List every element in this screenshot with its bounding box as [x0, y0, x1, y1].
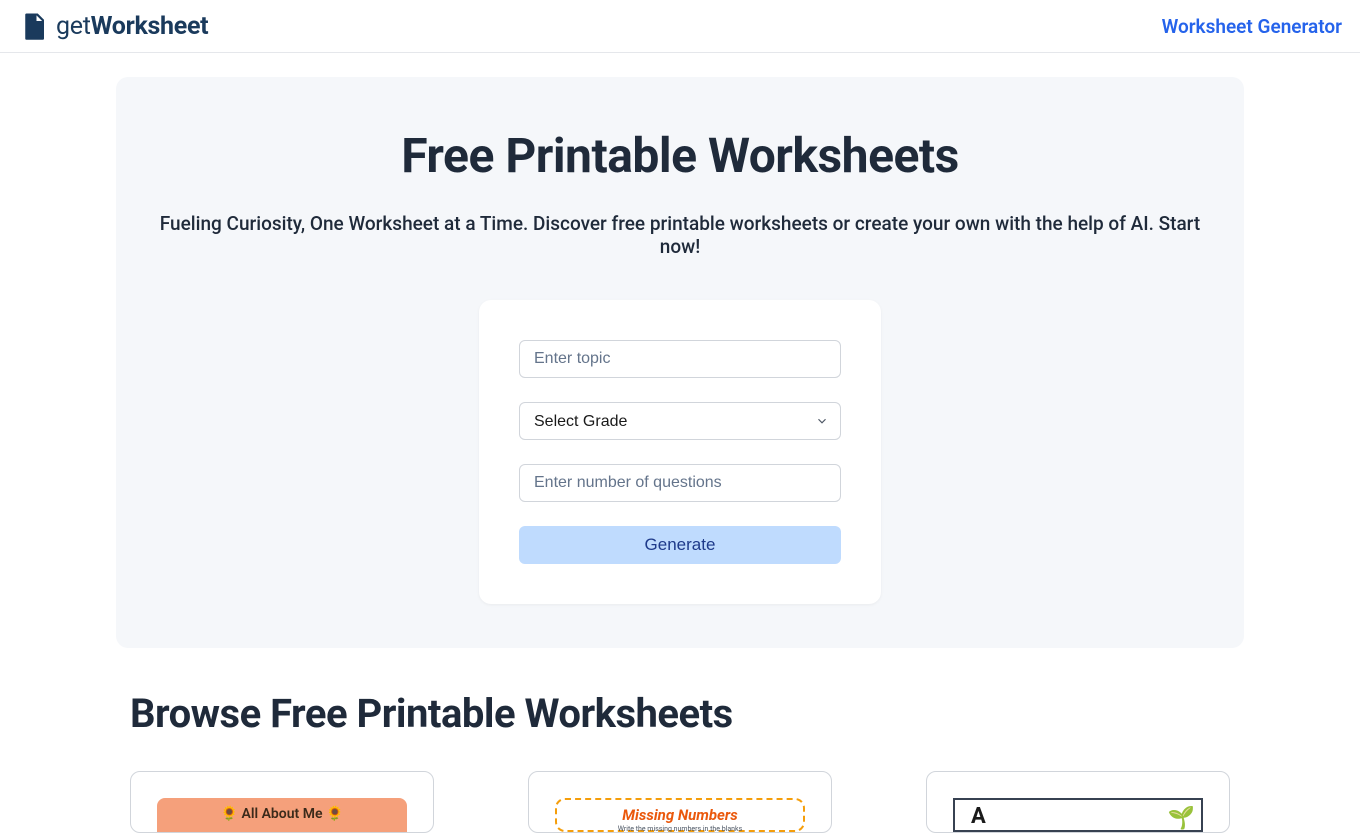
logo-text: getWorksheet: [56, 12, 208, 41]
worksheet-cards-row: 🌻 All About Me 🌻 Missing Numbers Write t…: [130, 771, 1230, 833]
card-preview: 🌻 All About Me 🌻: [157, 798, 407, 832]
logo-text-get: get: [56, 12, 91, 41]
hero-section: Free Printable Worksheets Fueling Curios…: [116, 77, 1244, 648]
logo[interactable]: getWorksheet: [18, 11, 208, 41]
card-preview-title: 🌻 All About Me 🌻: [221, 806, 344, 822]
logo-text-worksheet: Worksheet: [91, 12, 209, 41]
leaf-icon: 🌱: [1168, 806, 1195, 831]
card-preview-subtitle: Write the missing numbers in the blanks: [618, 825, 742, 833]
questions-input[interactable]: [519, 464, 841, 502]
card-preview: A 🌱: [953, 798, 1203, 832]
document-icon: [18, 11, 50, 41]
worksheet-card[interactable]: A 🌱: [926, 771, 1230, 833]
worksheet-generator-link[interactable]: Worksheet Generator: [1162, 15, 1342, 38]
grade-select[interactable]: Select Grade: [519, 402, 841, 440]
card-preview: Missing Numbers Write the missing number…: [555, 798, 805, 832]
generate-button[interactable]: Generate: [519, 526, 841, 564]
worksheet-card[interactable]: Missing Numbers Write the missing number…: [528, 771, 832, 833]
topic-input[interactable]: [519, 340, 841, 378]
grade-select-wrap: Select Grade: [519, 402, 841, 440]
browse-title: Browse Free Printable Worksheets: [130, 690, 1230, 737]
page-title: Free Printable Worksheets: [156, 127, 1204, 184]
generator-form: Select Grade Generate: [479, 300, 881, 604]
browse-section: Browse Free Printable Worksheets 🌻 All A…: [130, 690, 1230, 833]
page-subtitle: Fueling Curiosity, One Worksheet at a Ti…: [156, 212, 1204, 258]
card-preview-title: Missing Numbers: [622, 806, 737, 824]
card-preview-letter: A: [971, 804, 986, 829]
header: getWorksheet Worksheet Generator: [0, 0, 1360, 53]
worksheet-card[interactable]: 🌻 All About Me 🌻: [130, 771, 434, 833]
